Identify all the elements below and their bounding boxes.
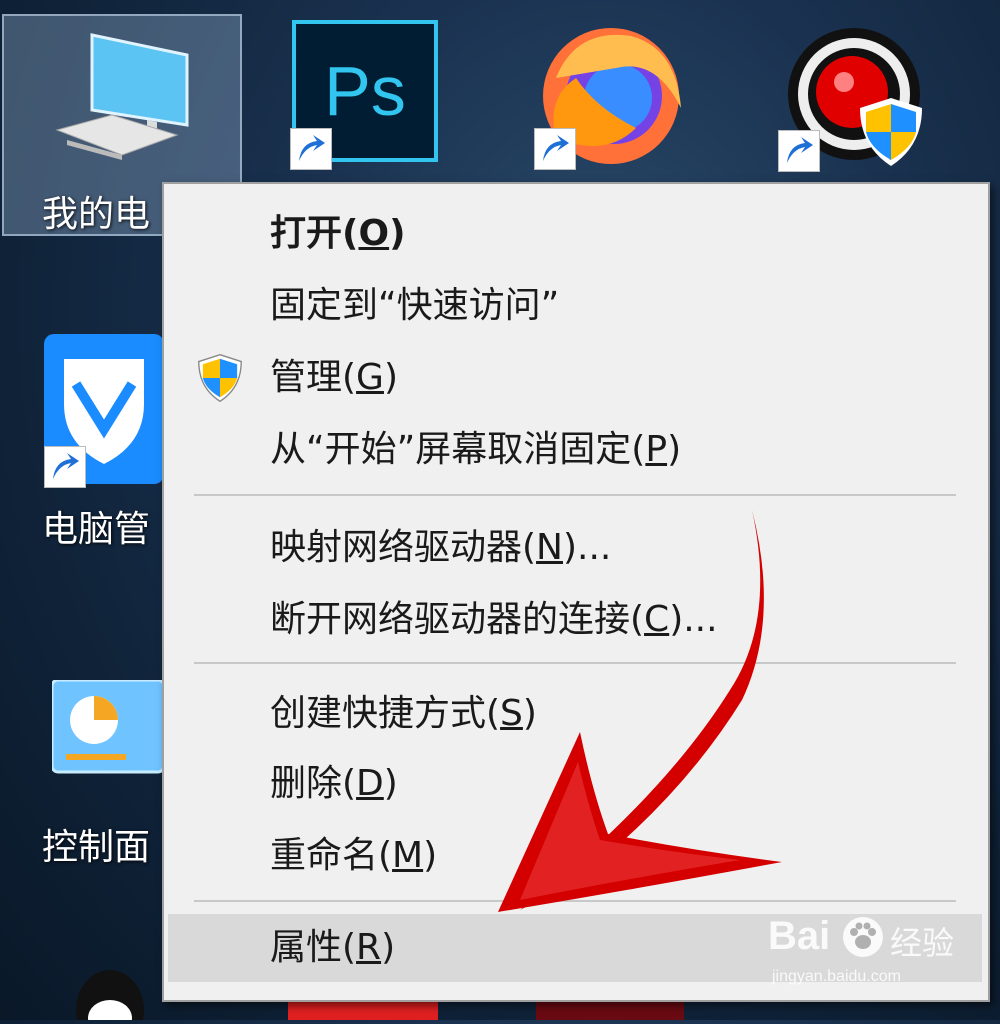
- menu-item-label: 固定到“快速访问”: [270, 285, 560, 326]
- shortcut-arrow-icon: [44, 446, 86, 488]
- menu-item-accesskey: P: [645, 429, 668, 470]
- menu-item-label-suffix: ): [389, 213, 406, 254]
- menu-item-label: 属性(: [270, 927, 357, 968]
- menu-item-manage[interactable]: 管理(G): [164, 344, 988, 412]
- menu-item-label-suffix: ): [667, 429, 682, 470]
- computer-label[interactable]: 我的电: [42, 185, 150, 237]
- menu-item-accesskey: R: [356, 927, 382, 968]
- menu-item-label: 管理(: [270, 357, 357, 398]
- baidu-watermark: Bai 经验 jingyan.baidu.com: [768, 910, 988, 1000]
- control-panel-label[interactable]: 控制面: [42, 818, 150, 870]
- computer-icon[interactable]: [52, 30, 192, 170]
- uac-shield-icon: [196, 352, 244, 404]
- pc-manager-label[interactable]: 电脑管: [42, 500, 150, 552]
- menu-item-label: 删除(: [270, 763, 357, 804]
- menu-item-label-suffix: ): [381, 927, 396, 968]
- menu-item-unpin-start[interactable]: 从“开始”屏幕取消固定(P): [164, 416, 988, 484]
- menu-item-pin-quick-access[interactable]: 固定到“快速访问”: [164, 272, 988, 340]
- menu-item-label: 打开(: [270, 213, 359, 254]
- menu-item-label: 重命名(: [270, 835, 393, 876]
- menu-item-label: 从“开始”屏幕取消固定(: [270, 429, 646, 470]
- qq-icon[interactable]: [70, 966, 150, 1024]
- menu-item-open[interactable]: 打开(O): [164, 200, 988, 268]
- menu-item-label-suffix: ): [423, 835, 438, 876]
- watermark-brand-suffix: 经验: [890, 924, 955, 962]
- svg-text:Ps: Ps: [324, 52, 406, 130]
- shortcut-arrow-icon: [778, 130, 820, 172]
- watermark-url: jingyan.baidu.com: [772, 968, 901, 985]
- menu-item-accesskey: M: [392, 835, 424, 876]
- menu-item-label-suffix: ): [383, 357, 398, 398]
- watermark-brand: Bai: [768, 914, 831, 958]
- control-panel-icon[interactable]: [50, 678, 166, 776]
- uac-shield-icon: [856, 96, 926, 168]
- menu-item-label-suffix: ): [383, 763, 398, 804]
- menu-item-accesskey: O: [358, 213, 390, 254]
- shortcut-arrow-icon: [290, 128, 332, 170]
- menu-item-accesskey: G: [356, 357, 384, 398]
- red-arrow-annotation: [498, 510, 782, 912]
- menu-separator: [194, 494, 956, 496]
- shortcut-arrow-icon: [534, 128, 576, 170]
- menu-item-accesskey: D: [356, 763, 384, 804]
- menu-item-label: 创建快捷方式(: [270, 693, 501, 734]
- baidu-paw-icon: [842, 916, 884, 958]
